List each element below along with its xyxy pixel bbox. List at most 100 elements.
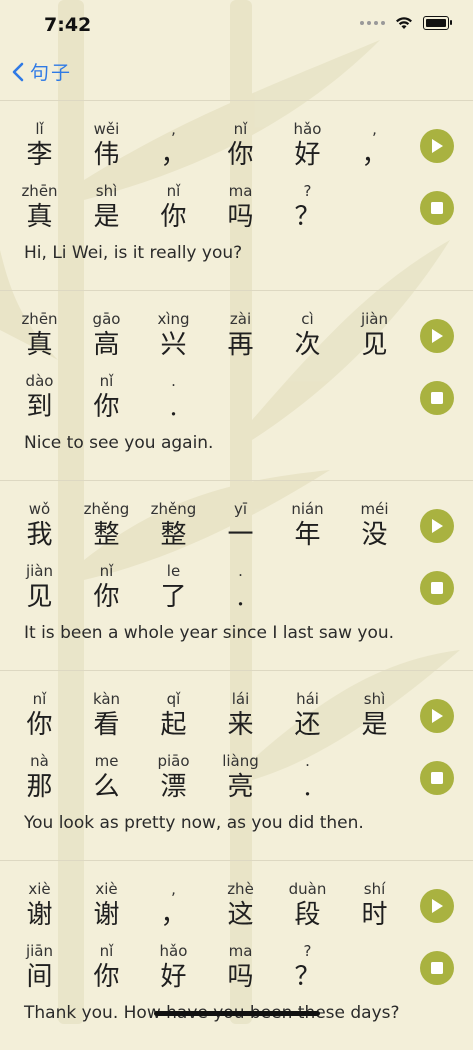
hanzi-text: 真 xyxy=(26,330,53,360)
play-button[interactable] xyxy=(420,699,454,733)
word-cell: ma 吗 xyxy=(207,181,274,233)
stop-icon xyxy=(431,772,443,784)
stop-icon xyxy=(431,202,443,214)
pinyin-text: nǐ xyxy=(99,372,114,390)
hanzi-text: . xyxy=(169,392,178,422)
back-button[interactable]: 句子 xyxy=(12,58,72,85)
hanzi-text: 年 xyxy=(294,520,321,550)
play-button[interactable] xyxy=(420,319,454,353)
back-label: 句子 xyxy=(30,62,73,84)
sentence-line-2: zhēn 真 shì 是 nǐ 你 ma 吗?？ xyxy=(6,181,341,233)
word-cell: jiān 间 xyxy=(6,941,73,993)
battery-icon xyxy=(423,16,452,30)
stop-icon xyxy=(431,582,443,594)
hanzi-text: 真 xyxy=(26,202,53,232)
hanzi-text: 再 xyxy=(227,330,254,360)
pinyin-text: , xyxy=(372,120,377,138)
word-cell: lǐ 李 xyxy=(6,119,73,171)
stop-button[interactable] xyxy=(420,571,454,605)
pinyin-text: shì xyxy=(95,182,118,200)
hanzi-text: 亮 xyxy=(227,772,254,802)
hanzi-text: 间 xyxy=(26,962,53,992)
word-cell: zhěng 整 xyxy=(73,499,140,551)
hanzi-text: 你 xyxy=(160,202,187,232)
hanzi-text: . xyxy=(236,582,245,612)
pinyin-text: nǐ xyxy=(233,120,248,138)
stop-button[interactable] xyxy=(420,381,454,415)
word-cell: shí 时 xyxy=(341,879,408,931)
pinyin-text: nà xyxy=(30,752,49,770)
stop-button[interactable] xyxy=(420,191,454,225)
play-icon xyxy=(432,899,443,913)
word-cell: zài 再 xyxy=(207,309,274,361)
hanzi-text: 你 xyxy=(93,582,120,612)
pinyin-text: ? xyxy=(303,182,312,200)
translation-text: It is been a whole year since I last saw… xyxy=(24,623,395,643)
pinyin-text: xiè xyxy=(95,880,118,898)
pinyin-text: yī xyxy=(233,500,248,518)
hanzi-text: 高 xyxy=(93,330,120,360)
play-icon xyxy=(432,139,443,153)
hanzi-text: ？ xyxy=(294,962,321,992)
sentence-line-1: lǐ 李 wěi 伟,， nǐ 你 hǎo 好,， xyxy=(6,119,408,171)
word-cell: ,， xyxy=(140,879,207,931)
sentence-card: zhēn 真 gāo 高 xìng 兴 zài 再 cì 次 jiàn 见 dào 到 nǐ 你.. Nice … xyxy=(0,290,473,480)
hanzi-text: 么 xyxy=(93,772,120,802)
pinyin-text: piāo xyxy=(157,752,190,770)
hanzi-text: 你 xyxy=(93,392,120,422)
pinyin-text: nǐ xyxy=(99,942,114,960)
pinyin-text: qǐ xyxy=(166,690,181,708)
translation-text: Hi, Li Wei, is it really you? xyxy=(24,243,243,263)
pinyin-text: me xyxy=(94,752,119,770)
pinyin-text: lǐ xyxy=(35,120,44,138)
play-button[interactable] xyxy=(420,129,454,163)
pinyin-text: ma xyxy=(228,182,253,200)
pinyin-text: nián xyxy=(291,500,324,518)
word-cell: dào 到 xyxy=(6,371,73,423)
stop-button[interactable] xyxy=(420,761,454,795)
word-cell: .. xyxy=(207,561,274,613)
word-cell: duàn 段 xyxy=(274,879,341,931)
sentence-line-2: dào 到 nǐ 你.. xyxy=(6,371,207,423)
hanzi-text: 到 xyxy=(26,392,53,422)
word-cell: ma 吗 xyxy=(207,941,274,993)
word-cell: hǎo 好 xyxy=(140,941,207,993)
play-icon xyxy=(432,329,443,343)
word-cell: hǎo 好 xyxy=(274,119,341,171)
hanzi-text: 好 xyxy=(160,962,187,992)
pinyin-text: xìng xyxy=(157,310,190,328)
word-cell: nǐ 你 xyxy=(73,371,140,423)
hanzi-text: 吗 xyxy=(227,202,254,232)
hanzi-text: 好 xyxy=(294,140,321,170)
word-cell: ?？ xyxy=(274,941,341,993)
word-cell: yī 一 xyxy=(207,499,274,551)
status-time: 7:42 xyxy=(44,14,92,36)
wifi-icon xyxy=(396,17,412,29)
word-cell: xiè 谢 xyxy=(73,879,140,931)
stop-icon xyxy=(431,392,443,404)
word-cell: zhè 这 xyxy=(207,879,274,931)
word-cell: nǐ 你 xyxy=(140,181,207,233)
hanzi-text: 了 xyxy=(160,582,187,612)
sentence-line-1: nǐ 你 kàn 看 qǐ 起 lái 来 hái 还 shì 是 xyxy=(6,689,408,741)
sentence-card: xiè 谢 xiè 谢,， zhè 这 duàn 段 shí 时 jiān 间 nǐ 你 hǎo 好 ma 吗?？… xyxy=(0,860,473,1050)
sentence-card: lǐ 李 wěi 伟,， nǐ 你 hǎo 好,， zhēn 真 shì 是 nǐ 你 ma 吗?？ Hi, L… xyxy=(0,100,473,290)
pinyin-text: zài xyxy=(229,310,252,328)
hanzi-text: 那 xyxy=(26,772,53,802)
word-cell: zhēn 真 xyxy=(6,309,73,361)
stop-button[interactable] xyxy=(420,951,454,985)
home-indicator xyxy=(154,1011,320,1016)
sentence-list: lǐ 李 wěi 伟,， nǐ 你 hǎo 好,， zhēn 真 shì 是 nǐ 你 ma 吗?？ Hi, L… xyxy=(0,100,473,1050)
hanzi-text: 你 xyxy=(26,710,53,740)
word-cell: ,， xyxy=(140,119,207,171)
sentence-line-2: jiān 间 nǐ 你 hǎo 好 ma 吗?？ xyxy=(6,941,341,993)
play-button[interactable] xyxy=(420,509,454,543)
play-icon xyxy=(432,519,443,533)
pinyin-text: kàn xyxy=(92,690,121,708)
pinyin-text: nǐ xyxy=(166,182,181,200)
sentence-line-1: wǒ 我 zhěng 整 zhěng 整 yī 一 nián 年 méi 没 xyxy=(6,499,408,551)
pinyin-text: jiān xyxy=(25,942,54,960)
hanzi-text: 是 xyxy=(361,710,388,740)
play-button[interactable] xyxy=(420,889,454,923)
hanzi-text: ？ xyxy=(294,202,321,232)
